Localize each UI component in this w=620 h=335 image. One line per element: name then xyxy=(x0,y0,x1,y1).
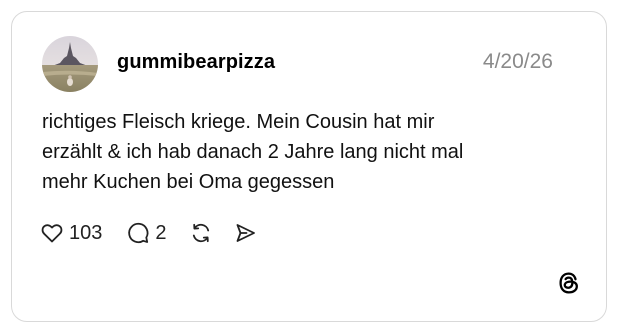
action-bar: 103 2 xyxy=(40,218,257,248)
post-card[interactable]: gummibearpizza 4/20/26 richtiges Fleisch… xyxy=(11,11,607,322)
avatar[interactable] xyxy=(42,36,98,92)
comment-icon xyxy=(126,221,150,245)
repost-button[interactable] xyxy=(189,221,213,245)
username[interactable]: gummibearpizza xyxy=(117,51,275,74)
like-count: 103 xyxy=(69,221,103,244)
share-button[interactable] xyxy=(233,221,257,245)
reply-count: 2 xyxy=(155,221,167,244)
post-text-line: richtiges Fleisch kriege. Mein Cousin ha… xyxy=(42,111,435,133)
heart-icon xyxy=(40,221,64,245)
post-text-line: erzählt & ich hab danach 2 Jahre lang ni… xyxy=(42,141,464,163)
post-text: richtiges Fleisch kriege. Mein Cousin ha… xyxy=(42,107,562,197)
threads-logo-icon xyxy=(556,270,582,296)
post-date: 4/20/26 xyxy=(482,50,553,73)
repost-icon xyxy=(189,221,213,245)
like-button[interactable]: 103 xyxy=(40,221,102,245)
reply-button[interactable]: 2 xyxy=(126,221,167,245)
send-icon xyxy=(233,221,257,245)
post-text-line: mehr Kuchen bei Oma gegessen xyxy=(42,171,335,193)
